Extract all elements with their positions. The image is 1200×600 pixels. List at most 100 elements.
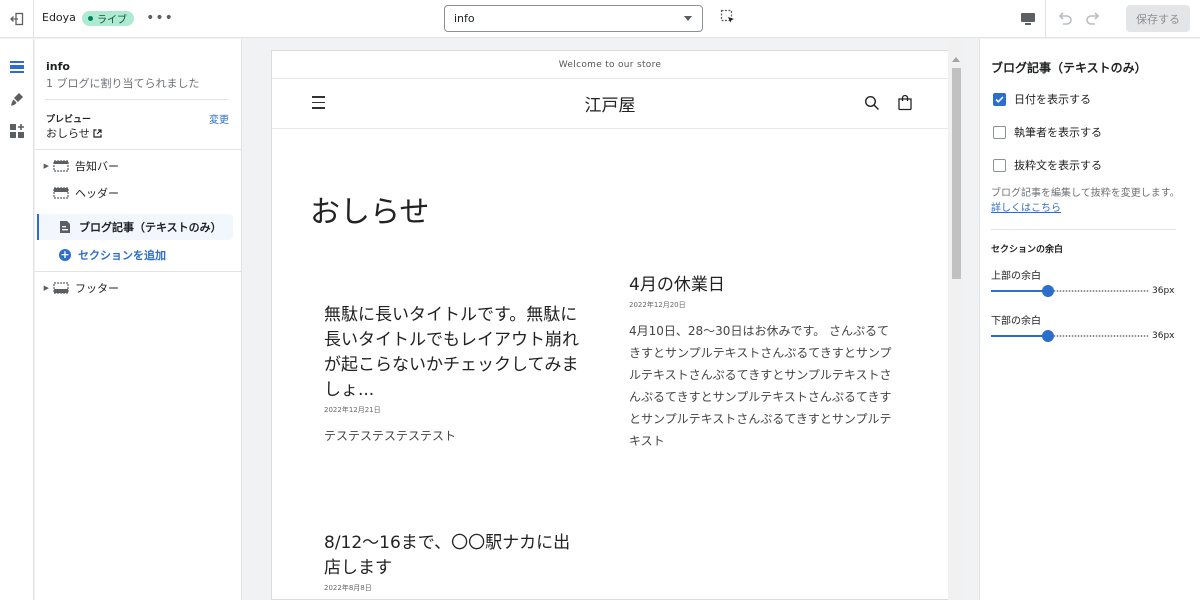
section-label: ブログ記事（テキストのみ） xyxy=(79,221,222,234)
article-card[interactable]: 4月の休業日 2022年12月20日 4月10日、28〜30日はお休みです。 さ… xyxy=(629,273,893,452)
checkmark-icon xyxy=(995,95,1004,103)
search-icon[interactable] xyxy=(864,95,880,111)
expand-arrow-icon[interactable]: ▶ xyxy=(35,284,51,292)
more-actions-button[interactable]: ••• xyxy=(146,8,173,28)
preview-label: プレビュー xyxy=(46,115,92,125)
article-card[interactable]: 8/12〜16まで、〇〇駅ナカに出店します 2022年8月8日 xyxy=(324,531,586,593)
top-padding-label: 上部の余白 xyxy=(991,271,1041,282)
sections-panel: info 1 ブログに割り当てられました プレビュー 変更 おしらせ ▶ 告知バ… xyxy=(35,39,242,600)
slider-thumb[interactable] xyxy=(1042,285,1054,297)
section-header[interactable]: ヘッダー xyxy=(35,180,242,206)
slider-track xyxy=(1050,335,1149,337)
desktop-icon xyxy=(1020,13,1035,25)
show-date-checkbox[interactable] xyxy=(993,92,1006,106)
checkbox-label: 日付を表示する xyxy=(1014,93,1091,106)
top-bar: Edoya ライブ ••• info 保存する xyxy=(0,0,1200,38)
article-title[interactable]: 無駄に長いタイトルです。無駄に長いタイトルでもレイアウト崩れが起こらないかチェッ… xyxy=(324,303,586,403)
status-badge: ライブ xyxy=(82,11,134,26)
paintbrush-icon xyxy=(11,93,23,106)
apps-icon xyxy=(10,124,24,138)
theme-settings-nav-button[interactable] xyxy=(0,83,34,115)
site-header: 江戸屋 xyxy=(272,79,948,129)
show-author-checkbox-row[interactable]: 執筆者を表示する xyxy=(993,124,1102,140)
cart-icon[interactable] xyxy=(897,94,913,111)
divider xyxy=(45,99,229,100)
article-excerpt: 4月10日、28〜30日はお休みです。 さんぷるてきすとサンプルテキストさんぷる… xyxy=(629,324,892,448)
section-label: ヘッダー xyxy=(75,187,119,200)
checkbox-label: 執筆者を表示する xyxy=(1014,126,1102,139)
preview-canvas: Welcome to our store 江戸屋 おしらせ 無駄に長いタイトルで… xyxy=(243,39,978,600)
top-padding-value: 36px xyxy=(1152,286,1175,296)
divider xyxy=(35,149,242,150)
add-section-button[interactable]: + セクションを追加 xyxy=(59,247,166,263)
preview-value[interactable]: おしらせ xyxy=(46,125,102,141)
select-cursor-icon xyxy=(720,9,734,23)
expand-arrow-icon[interactable]: ▶ xyxy=(35,162,51,170)
article-excerpt: テステステステステスト xyxy=(324,429,457,443)
slider-track xyxy=(1050,290,1149,292)
settings-title: ブログ記事（テキストのみ） xyxy=(991,61,1147,75)
status-dot-icon xyxy=(88,16,93,21)
article-date: 2022年12月20日 xyxy=(629,301,686,309)
article-card[interactable]: 無駄に長いタイトルです。無駄に長いタイトルでもレイアウト崩れが起こらないかチェッ… xyxy=(324,303,586,447)
external-link-icon xyxy=(93,128,102,138)
bottom-padding-label: 下部の余白 xyxy=(991,316,1041,327)
bottom-padding-value: 36px xyxy=(1152,331,1175,341)
divider xyxy=(35,271,242,272)
redo-icon xyxy=(1086,12,1100,25)
status-badge-label: ライブ xyxy=(97,15,127,26)
store-logo[interactable]: 江戸屋 xyxy=(272,91,948,116)
section-footer[interactable]: ▶ フッター xyxy=(35,275,242,301)
inspector-button[interactable] xyxy=(720,9,738,27)
show-date-checkbox-row[interactable]: 日付を表示する xyxy=(993,91,1091,107)
exit-button[interactable] xyxy=(0,0,34,38)
plus-circle-icon: + xyxy=(59,248,71,261)
header-icon xyxy=(51,185,71,201)
settings-help-text: ブログ記事を編集して抜粋を変更します。詳しくはこちら xyxy=(991,186,1187,216)
section-blog-posts[interactable]: ブログ記事（テキストのみ） xyxy=(37,214,233,240)
article-title[interactable]: 4月の休業日 xyxy=(629,273,893,298)
show-excerpt-checkbox[interactable] xyxy=(993,158,1006,172)
article-date: 2022年8月8日 xyxy=(324,584,372,592)
divider xyxy=(991,229,1176,230)
checkbox-label: 抜粋文を表示する xyxy=(1014,159,1102,172)
scroll-up-arrow-icon[interactable] xyxy=(952,57,960,62)
padding-heading: セクションの余白 xyxy=(991,245,1064,255)
settings-panel: ブログ記事（テキストのみ） 日付を表示する 執筆者を表示する 抜粋文を表示する … xyxy=(979,39,1200,600)
apps-nav-button[interactable] xyxy=(0,115,34,147)
storefront-preview[interactable]: Welcome to our store 江戸屋 おしらせ 無駄に長いタイトルで… xyxy=(271,50,949,600)
scrollbar-thumb[interactable] xyxy=(952,68,961,279)
bottom-padding-slider[interactable] xyxy=(991,330,1149,342)
blog-title: おしらせ xyxy=(310,195,430,230)
redo-button[interactable] xyxy=(1084,9,1104,29)
page-select[interactable]: info xyxy=(444,5,703,32)
chevron-down-icon xyxy=(684,16,692,21)
preview-value-text: おしらせ xyxy=(46,127,90,140)
template-title: info xyxy=(46,60,70,73)
show-excerpt-checkbox-row[interactable]: 抜粋文を表示する xyxy=(993,157,1102,173)
announcement-text: Welcome to our store xyxy=(272,51,948,79)
undo-button[interactable] xyxy=(1056,9,1076,29)
slider-fill xyxy=(991,290,1048,292)
store-name: Edoya xyxy=(42,11,76,24)
article-title[interactable]: 8/12〜16まで、〇〇駅ナカに出店します xyxy=(324,531,586,581)
slider-thumb[interactable] xyxy=(1042,330,1054,342)
footer-icon xyxy=(51,280,71,296)
sections-icon xyxy=(10,61,24,73)
sections-nav-button[interactable] xyxy=(0,51,34,83)
exit-icon xyxy=(9,12,23,26)
section-announcement-bar[interactable]: ▶ 告知バー xyxy=(35,153,242,179)
help-text: ブログ記事を編集して抜粋を変更します。 xyxy=(991,188,1180,199)
announcement-bar-icon xyxy=(51,158,71,174)
section-label: 告知バー xyxy=(75,160,119,173)
slider-fill xyxy=(991,335,1048,337)
top-padding-slider[interactable] xyxy=(991,285,1149,297)
learn-more-link[interactable]: 詳しくはこちら xyxy=(991,203,1061,214)
preview-change-link[interactable]: 変更 xyxy=(209,111,229,126)
blog-post-icon xyxy=(55,219,75,235)
template-subtitle: 1 ブログに割り当てられました xyxy=(46,77,200,90)
show-author-checkbox[interactable] xyxy=(993,125,1006,139)
desktop-view-button[interactable] xyxy=(1010,0,1046,38)
page-select-value: info xyxy=(454,12,475,25)
save-button[interactable]: 保存する xyxy=(1126,5,1190,32)
